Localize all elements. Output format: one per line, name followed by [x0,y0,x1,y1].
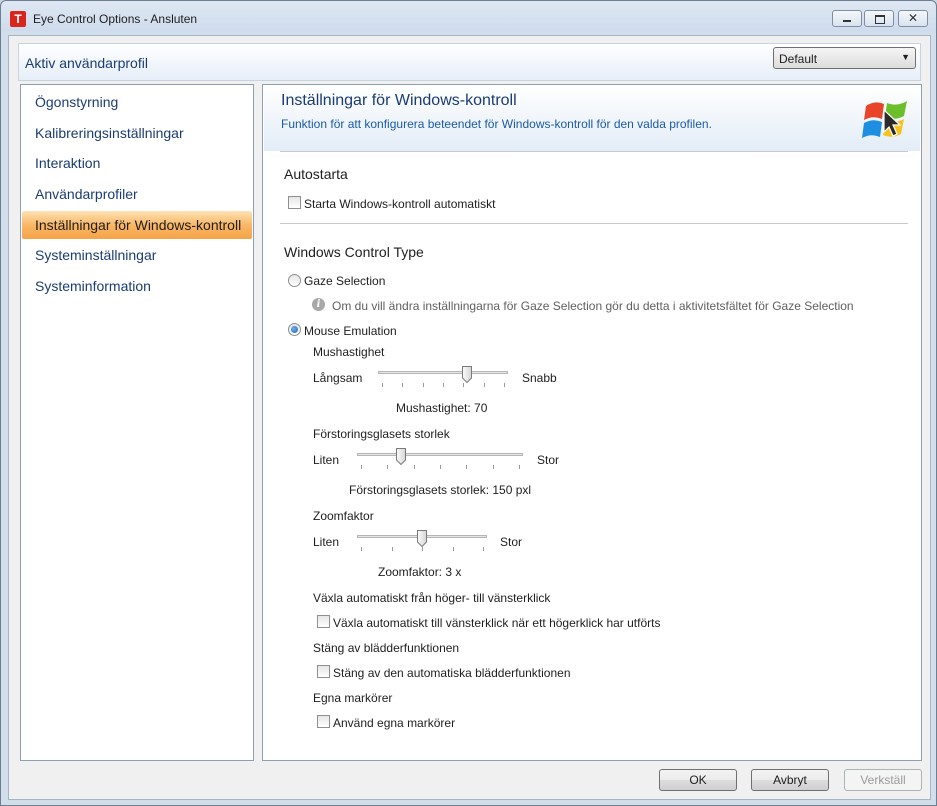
app-window: T Eye Control Options - Ansluten ✕ Aktiv… [0,0,937,806]
apply-button[interactable]: Verkställ [844,769,922,791]
slider-tick [443,383,444,387]
custom-cursors-checkbox-label[interactable]: Använd egna markörer [333,716,455,730]
title-bar: T Eye Control Options - Ansluten ✕ [1,1,936,35]
windows-logo-icon [862,101,907,138]
slider-tick [493,465,494,469]
custom-cursors-checkbox[interactable] [317,715,330,728]
mouse-speed-value: Mushastighet: 70 [396,401,488,415]
ok-button[interactable]: OK [659,769,737,791]
sidebar-item-eye-tracking[interactable]: Ögonstyrning [22,88,252,116]
slider-tick [402,383,403,387]
right-click-title: Växla automatiskt från höger- till vänst… [313,591,551,605]
magnifier-size-max-label: Stor [537,453,560,467]
header-divider [280,151,908,152]
slider-tick [440,465,441,469]
magnifier-size-slider[interactable] [357,448,523,469]
slider-tick [361,547,362,551]
mouse-emulation-label[interactable]: Mouse Emulation [304,324,397,338]
slider-tick [387,465,388,469]
panel-header: Inställningar för Windows-kontroll Funkt… [264,86,920,151]
mouse-speed-title: Mushastighet [313,345,385,359]
scroll-checkbox-label[interactable]: Stäng av den automatiska blädderfunktion… [333,666,571,680]
profile-bar: Aktiv användarprofil Default ▼ [18,43,921,81]
magnifier-size-min-label: Liten [313,453,340,467]
slider-thumb[interactable] [462,366,472,383]
control-type-heading: Windows Control Type [284,244,424,260]
minimize-button[interactable] [832,10,862,27]
slider-tick [361,465,362,469]
chevron-down-icon: ▼ [901,52,910,62]
sidebar-item-system-info[interactable]: Systeminformation [22,272,252,300]
mouse-speed-min-label: Långsam [313,371,363,385]
autostart-heading: Autostarta [284,166,348,182]
slider-tick [483,547,484,551]
gaze-selection-radio[interactable] [288,274,301,287]
zoom-factor-min-label: Liten [313,535,340,549]
minimize-icon [843,20,851,22]
mouse-speed-max-label: Snabb [522,371,557,385]
profile-dropdown-value: Default [779,52,818,66]
slider-tick [504,383,505,387]
slider-tick [484,383,485,387]
cancel-button[interactable]: Avbryt [751,769,829,791]
gaze-selection-info-text: Om du vill ändra inställningarna för Gaz… [332,299,854,313]
sidebar-nav: Ögonstyrning Kalibreringsinställningar I… [20,84,254,761]
sidebar-item-system-settings[interactable]: Systeminställningar [22,241,252,269]
slider-tick [423,383,424,387]
autostart-checkbox[interactable] [288,196,301,209]
zoom-factor-max-label: Stor [500,535,523,549]
right-click-checkbox[interactable] [317,615,330,628]
slider-tick [519,465,520,469]
window-title: Eye Control Options - Ansluten [33,12,198,26]
magnifier-size-value: Förstoringsglasets storlek: 150 pxl [349,483,532,497]
slider-tick [422,547,423,551]
sidebar-item-user-profiles[interactable]: Användarprofiler [22,180,252,208]
slider-track[interactable] [357,453,523,456]
custom-cursors-title: Egna markörer [313,691,393,705]
slider-tick [382,383,383,387]
app-icon: T [10,11,26,27]
scroll-checkbox[interactable] [317,665,330,678]
slider-tick [453,547,454,551]
slider-thumb[interactable] [396,448,406,465]
slider-tick [463,383,464,387]
slider-tick [392,547,393,551]
page-title: Inställningar för Windows-kontroll [281,92,517,109]
active-profile-label: Aktiv användarprofil [25,55,148,71]
close-button[interactable]: ✕ [898,10,928,27]
gaze-selection-label[interactable]: Gaze Selection [304,274,385,288]
sidebar-item-windows-control[interactable]: Inställningar för Windows-kontroll [22,211,252,239]
right-click-checkbox-label[interactable]: Växla automatiskt till vänsterklick när … [333,616,660,630]
slider-tick [466,465,467,469]
autostart-checkbox-label[interactable]: Starta Windows-kontroll automatiskt [304,197,495,211]
magnifier-size-title: Förstoringsglasets storlek [313,427,450,441]
slider-thumb[interactable] [417,530,427,547]
zoom-factor-slider[interactable] [357,530,487,551]
zoom-factor-title: Zoomfaktor [313,509,374,523]
sidebar-item-interaction[interactable]: Interaktion [22,149,252,177]
profile-dropdown[interactable]: Default ▼ [773,47,916,69]
page-description: Funktion för att konfigurera beteendet f… [281,117,712,131]
settings-panel: Inställningar för Windows-kontroll Funkt… [262,84,922,761]
sidebar-item-calibration[interactable]: Kalibreringsinställningar [22,119,252,147]
section-divider [280,223,908,224]
mouse-emulation-radio[interactable] [288,323,301,336]
slider-track[interactable] [378,371,508,374]
mouse-speed-slider[interactable] [378,366,508,387]
radio-selected-dot [291,326,298,333]
scroll-title: Stäng av blädderfunktionen [313,641,460,655]
zoom-factor-value: Zoomfaktor: 3 x [378,565,462,579]
maximize-icon [875,15,885,24]
close-icon: ✕ [907,11,919,25]
slider-tick [414,465,415,469]
maximize-button[interactable] [864,10,894,27]
info-icon: i [312,298,325,311]
client-area: Aktiv användarprofil Default ▼ Ögonstyrn… [8,35,931,800]
